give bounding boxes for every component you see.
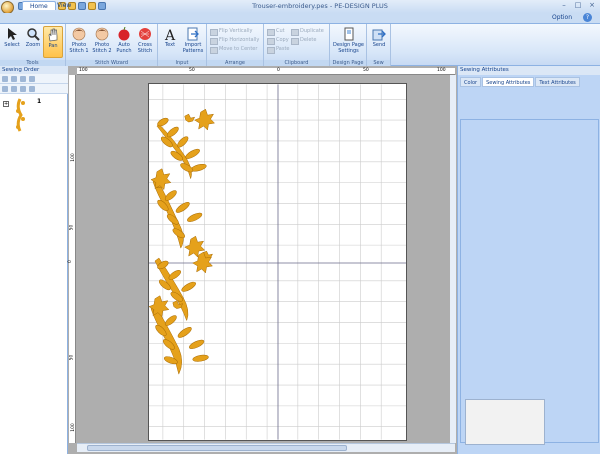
sewing-order-toolbar-1 bbox=[0, 74, 68, 84]
tab-text-attributes[interactable]: Text Attributes bbox=[535, 77, 580, 87]
group-input: A Text Import Patterns Input bbox=[158, 24, 207, 67]
realistic-preview-icon[interactable] bbox=[98, 2, 106, 10]
group-stitch-wizard: Photo Stitch 1 Photo Stitch 2 Auto Punch… bbox=[66, 24, 158, 67]
ruler-vertical: 100 50 0 50 100 bbox=[67, 75, 76, 443]
horizontal-scrollbar[interactable] bbox=[77, 443, 455, 452]
magnifier-icon bbox=[27, 28, 40, 41]
photo-stitch-2-button[interactable]: Photo Stitch 2 bbox=[91, 26, 113, 58]
ruler-label: 100 bbox=[70, 423, 76, 432]
hand-icon bbox=[48, 28, 58, 42]
cut-button[interactable]: Cut bbox=[267, 28, 285, 36]
merge-icon[interactable] bbox=[29, 76, 35, 82]
sewing-attributes-title: Sewing Attributes bbox=[458, 66, 600, 75]
help-icon[interactable]: ? bbox=[583, 13, 592, 22]
flip-vertically-button[interactable]: Flip Vertically bbox=[210, 28, 252, 36]
cross-stitch-icon bbox=[139, 28, 151, 40]
ruler-label: 100 bbox=[437, 68, 446, 73]
import-icon bbox=[187, 27, 199, 41]
zoom-button[interactable]: Zoom bbox=[23, 26, 43, 58]
tab-sewing-attributes[interactable]: Sewing Attributes bbox=[482, 77, 535, 87]
flip-horizontally-button[interactable]: Flip Horizontally bbox=[210, 37, 259, 45]
group-design-page: Design Page Settings Design Page bbox=[330, 24, 367, 67]
group-arrange: Flip Vertically Flip Horizontally Move t… bbox=[207, 24, 264, 67]
text-a-icon: A bbox=[164, 28, 176, 41]
horizontal-scroll-thumb[interactable] bbox=[87, 445, 347, 451]
minimize-button[interactable]: – bbox=[558, 1, 570, 10]
group-icon[interactable] bbox=[2, 86, 8, 92]
tab-view[interactable]: View bbox=[50, 1, 78, 10]
color-order-icon[interactable] bbox=[2, 76, 8, 82]
group-sew: Send Sew bbox=[367, 24, 391, 67]
group-clipboard: Cut Copy Paste Duplicate Delete Clipboar… bbox=[264, 24, 330, 67]
apple-icon bbox=[118, 27, 130, 41]
ruler-label: 50 bbox=[69, 354, 75, 361]
send-icon bbox=[372, 29, 386, 41]
move-down-icon[interactable] bbox=[20, 76, 26, 82]
send-button[interactable]: Send bbox=[369, 26, 389, 58]
sewing-order-panel: Sewing Order + 1 bbox=[0, 66, 68, 454]
text-button[interactable]: A Text bbox=[160, 26, 180, 58]
ruler-label: 0 bbox=[277, 68, 280, 73]
ruler-label: 0 bbox=[67, 260, 73, 263]
auto-punch-button[interactable]: Auto Punch bbox=[114, 26, 134, 58]
option-menu[interactable]: Option bbox=[552, 14, 572, 21]
pan-icon[interactable] bbox=[88, 2, 96, 10]
group-tools: Select Zoom Pan Tools bbox=[0, 24, 66, 67]
ruler-horizontal: 100 50 0 50 100 bbox=[77, 68, 455, 75]
import-patterns-button[interactable]: Import Patterns bbox=[181, 26, 205, 58]
photo-face-icon bbox=[95, 27, 109, 41]
pan-button[interactable]: Pan bbox=[43, 26, 63, 58]
duplicate-button[interactable]: Duplicate bbox=[291, 28, 324, 36]
page-settings-icon bbox=[344, 27, 353, 41]
sewing-attributes-tabs: Color Sewing Attributes Text Attributes bbox=[458, 77, 600, 87]
photo-face-icon bbox=[72, 27, 86, 41]
ruler-label: 50 bbox=[69, 224, 75, 231]
window-controls: – □ × bbox=[558, 1, 598, 10]
photo-stitch-1-button[interactable]: Photo Stitch 1 bbox=[68, 26, 90, 58]
cross-stitch-button[interactable]: Cross Stitch bbox=[135, 26, 155, 58]
ruler-label: 50 bbox=[189, 68, 195, 73]
move-to-center-button[interactable]: Move to Center bbox=[210, 46, 257, 54]
copy-button[interactable]: Copy bbox=[267, 37, 289, 45]
close-button[interactable]: × bbox=[586, 1, 598, 10]
paste-button[interactable]: Paste bbox=[267, 46, 290, 54]
move-up-icon[interactable] bbox=[11, 76, 17, 82]
tab-color[interactable]: Color bbox=[460, 77, 482, 87]
delete-button[interactable]: Delete bbox=[291, 37, 316, 45]
arrow-cursor-icon bbox=[8, 28, 17, 40]
svg-text:A: A bbox=[164, 28, 176, 41]
attribute-preview bbox=[465, 399, 545, 445]
select-button[interactable]: Select bbox=[2, 26, 22, 58]
sewing-attributes-panel: Sewing Attributes Color Sewing Attribute… bbox=[457, 66, 600, 454]
vertical-scrollbar[interactable] bbox=[450, 75, 456, 443]
window-title: Trouser-embroidery.pes - PE-DESIGN PLUS bbox=[252, 2, 388, 10]
pointer-icon[interactable] bbox=[29, 86, 35, 92]
maximize-button[interactable]: □ bbox=[572, 1, 584, 10]
ribbon-tab-row bbox=[0, 13, 600, 23]
ungroup-icon[interactable] bbox=[11, 86, 17, 92]
sewing-order-thumbnail[interactable] bbox=[3, 97, 48, 133]
ruler-label: 50 bbox=[363, 68, 369, 73]
ruler-label: 100 bbox=[70, 153, 76, 162]
zoom-icon[interactable] bbox=[78, 2, 86, 10]
sewing-attributes-body bbox=[460, 119, 599, 443]
sewing-order-toolbar-2 bbox=[0, 84, 68, 94]
split-icon[interactable] bbox=[20, 86, 26, 92]
ribbon: Select Zoom Pan Tools Photo Stitch 1 Pho… bbox=[0, 23, 600, 67]
sewing-order-number: 1 bbox=[37, 98, 42, 105]
sewing-order-title: Sewing Order bbox=[0, 66, 68, 74]
ruler-label: 100 bbox=[79, 68, 88, 73]
design-page-settings-button[interactable]: Design Page Settings bbox=[332, 26, 365, 58]
design-page[interactable] bbox=[148, 83, 407, 441]
